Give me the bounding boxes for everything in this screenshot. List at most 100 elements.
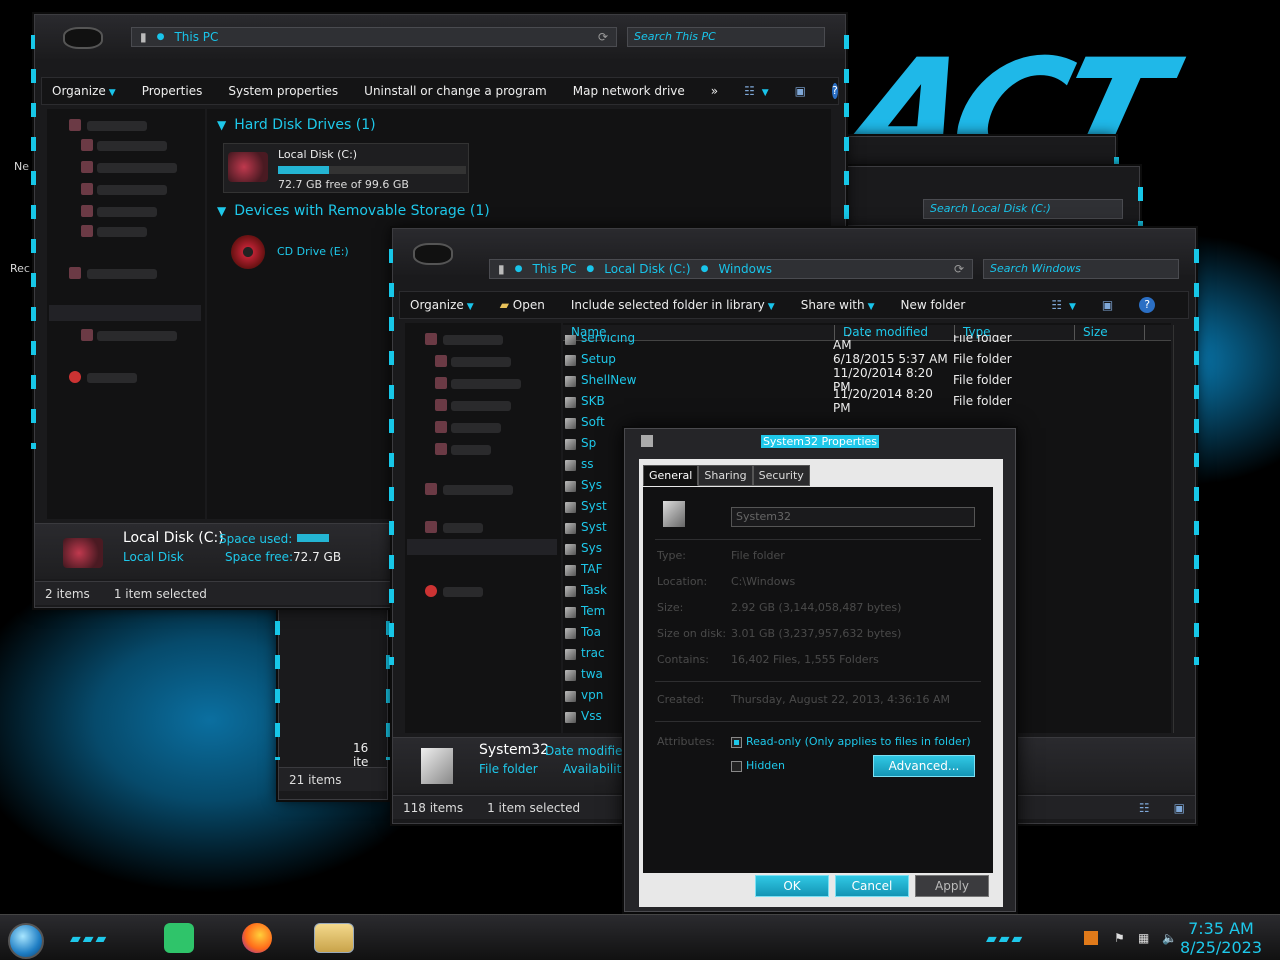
details-usage-bar [297, 534, 329, 542]
new-folder-button[interactable]: New folder [901, 298, 966, 312]
ok-button[interactable]: OK [755, 875, 829, 897]
window-background-2[interactable]: Search Local Disk (C:) [843, 166, 1143, 228]
refresh-icon[interactable]: ⟳ [954, 262, 964, 276]
address-bar[interactable]: ▮ ● This PC ⟳ [131, 27, 617, 47]
search-local-disk-input[interactable]: Search Local Disk (C:) [923, 199, 1123, 219]
tab-security[interactable]: Security [752, 465, 810, 486]
start-button[interactable] [8, 923, 44, 959]
drive-local-disk-c[interactable]: Local Disk (C:) 72.7 GB free of 99.6 GB [223, 143, 469, 193]
details-type: File folder [479, 762, 538, 776]
taskbar-app-firefox-icon[interactable] [242, 923, 272, 953]
window-orb-icon[interactable] [63, 27, 103, 49]
organize-button[interactable]: Organize ▼ [410, 298, 474, 312]
drive-free-space: 72.7 GB free of 99.6 GB [278, 178, 409, 191]
window-orb-icon[interactable] [413, 243, 453, 265]
details-name: Local Disk (C:) [123, 530, 224, 546]
search-this-pc-input[interactable]: Search This PC [627, 27, 825, 47]
nav-item-icon [435, 443, 447, 455]
dialog-title-bar[interactable]: System32 Properties [625, 429, 1015, 453]
network-status-icon[interactable]: ▦ [1138, 931, 1152, 945]
favorites-icon [425, 333, 437, 345]
desktop-icon-network[interactable]: Ne [14, 160, 29, 173]
more-commands-button[interactable]: » [711, 84, 718, 98]
breadcrumb-this-pc[interactable]: This PC [532, 262, 576, 276]
view-options-icon[interactable]: ☷ ▼ [744, 84, 769, 98]
file-name: servicing [563, 335, 833, 345]
nav-item-icon [81, 329, 93, 341]
share-with-button[interactable]: Share with ▼ [801, 298, 875, 312]
window-background-3[interactable]: 21 items 16 ite [275, 600, 391, 800]
nav-item-icon [435, 355, 447, 367]
cd-drive-icon [231, 235, 265, 269]
system-properties-button[interactable]: System properties [228, 84, 338, 98]
scrollbar[interactable] [1173, 325, 1183, 733]
checkbox-unchecked[interactable] [731, 760, 742, 772]
this-pc-icon [425, 521, 437, 533]
folder-icon [663, 501, 685, 527]
status-item-count: 118 items [403, 800, 464, 815]
properties-dialog[interactable]: System32 Properties General Sharing Secu… [624, 428, 1016, 912]
title-bar[interactable]: ▮ ● This PC ⟳ Search This PC [35, 15, 845, 59]
nav-item-icon [81, 139, 93, 151]
file-name: Setup [563, 352, 833, 366]
details-view-icon[interactable]: ☷ [1139, 801, 1150, 815]
group-removable-storage[interactable]: ▼ Devices with Removable Storage (1) [217, 203, 490, 219]
cancel-button[interactable]: Cancel [835, 875, 909, 897]
details-item-count: 16 ite [353, 741, 369, 769]
navigation-pane[interactable] [405, 323, 561, 733]
address-bar[interactable]: ▮ ● This PC ● Local Disk (C:) ● Windows … [489, 259, 973, 279]
system-clock[interactable]: 7:35 AM 8/25/2023 [1180, 919, 1262, 957]
table-row[interactable]: servicing11/21/2014 4:16 AMFile folder [563, 335, 1171, 352]
volume-icon[interactable]: 🔈 [1162, 931, 1177, 945]
tab-general[interactable]: General [643, 465, 699, 486]
open-button[interactable]: ▰ Open [500, 298, 545, 312]
nav-item-icon [435, 399, 447, 411]
action-center-flag-icon[interactable]: ⚑ [1114, 931, 1128, 945]
network-icon [69, 371, 81, 383]
apply-button[interactable]: Apply [915, 875, 989, 897]
property-row: Type: File folder [657, 549, 785, 562]
help-icon[interactable]: ? [1139, 297, 1156, 313]
tray-app-icon[interactable] [1084, 931, 1098, 945]
navigation-pane[interactable] [47, 109, 205, 519]
organize-button[interactable]: Organize ▼ [52, 84, 116, 98]
file-type: File folder [953, 335, 1012, 345]
group-header-label: Devices with Removable Storage (1) [234, 203, 490, 219]
breadcrumb-windows[interactable]: Windows [718, 262, 772, 276]
preview-pane-icon[interactable]: ▣ [795, 84, 806, 98]
taskbar-app-messages-icon[interactable] [164, 923, 194, 953]
folder-name-field[interactable]: System32 [731, 507, 975, 527]
uninstall-program-button[interactable]: Uninstall or change a program [364, 84, 547, 98]
preview-pane-icon[interactable]: ▣ [1102, 298, 1113, 312]
refresh-icon[interactable]: ⟳ [598, 30, 608, 44]
help-icon[interactable]: ? [831, 83, 838, 99]
nav-item-icon [81, 205, 93, 217]
desktop-icon-recycle-bin[interactable]: Rec [10, 262, 30, 275]
tab-sharing[interactable]: Sharing [698, 465, 753, 486]
breadcrumb-local-disk[interactable]: Local Disk (C:) [604, 262, 690, 276]
drive-usage-bar [278, 166, 329, 174]
table-row[interactable]: SKB 11/20/2014 8:20 PM File folder [563, 387, 1171, 415]
nav-item-this-pc-selected[interactable] [49, 305, 201, 321]
taskbar-app-file-explorer-icon[interactable] [314, 923, 354, 953]
hard-drive-icon [63, 538, 103, 568]
hidden-checkbox[interactable]: Hidden [731, 759, 785, 772]
folder-icon [421, 748, 453, 784]
properties-button[interactable]: Properties [142, 84, 203, 98]
include-in-library-button[interactable]: Include selected folder in library ▼ [571, 298, 775, 312]
breadcrumb-this-pc[interactable]: This PC [174, 30, 218, 44]
search-windows-input[interactable]: Search Windows [983, 259, 1179, 279]
view-options-icon[interactable]: ☷ ▼ [1051, 298, 1076, 312]
large-icons-view-icon[interactable]: ▣ [1174, 801, 1185, 815]
drive-name: Local Disk (C:) [278, 148, 358, 161]
advanced-button[interactable]: Advanced... [873, 755, 975, 777]
dialog-frame: General Sharing Security System32 Type: F… [639, 459, 1003, 907]
title-bar[interactable]: ▮ ● This PC ● Local Disk (C:) ● Windows … [393, 229, 1195, 279]
map-network-drive-button[interactable]: Map network drive [573, 84, 685, 98]
readonly-checkbox[interactable]: Read-only (Only applies to files in fold… [731, 735, 971, 748]
checkbox-checked[interactable] [731, 736, 742, 748]
group-hard-disk-drives[interactable]: ▼ Hard Disk Drives (1) [217, 117, 376, 133]
command-toolbar: Organize ▼ Properties System properties U… [41, 77, 839, 105]
nav-item-local-disk-selected[interactable] [407, 539, 557, 555]
details-space-free-label: Space free: [225, 550, 294, 564]
